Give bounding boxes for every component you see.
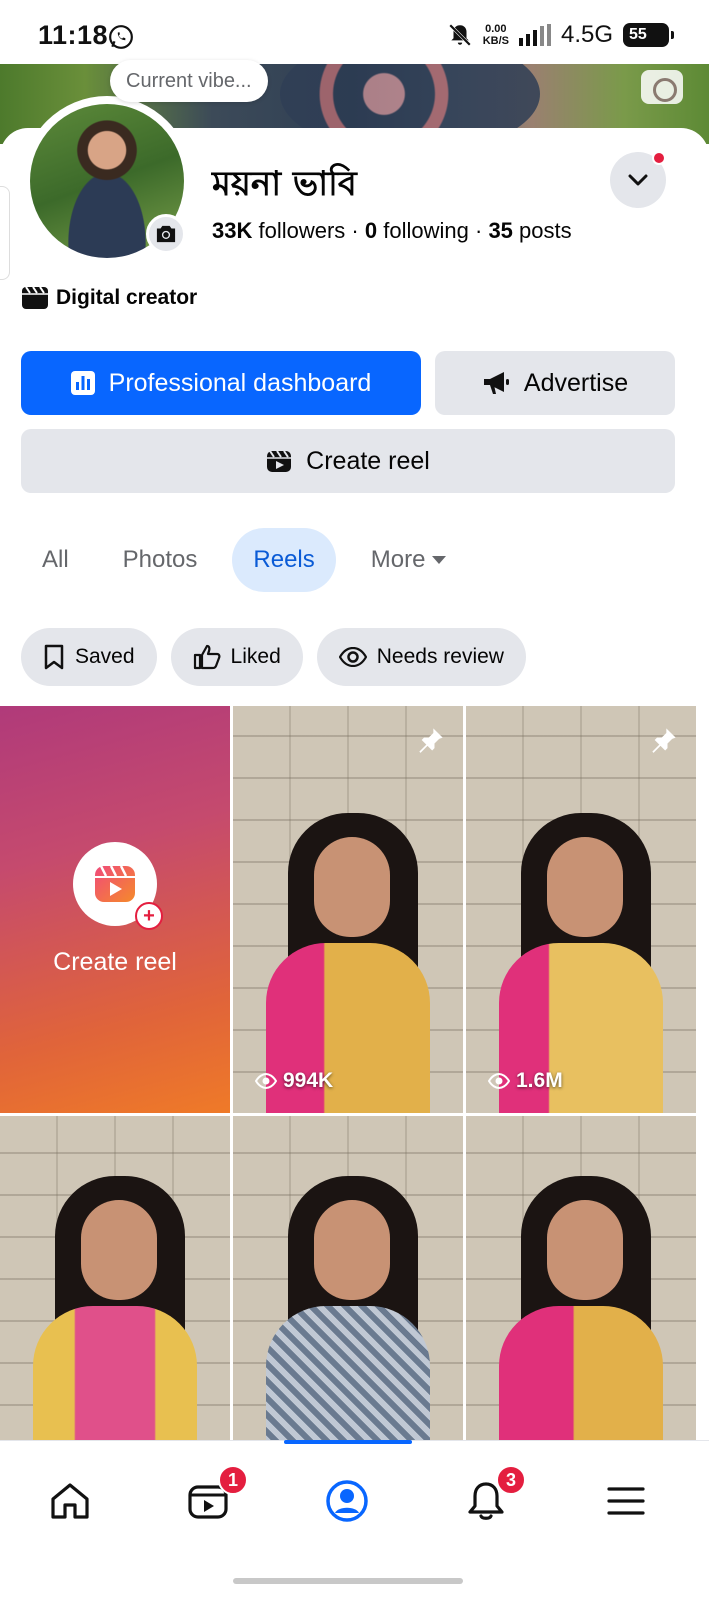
pin-icon: [419, 728, 443, 753]
create-reel-tile-label: Create reel: [53, 948, 177, 976]
nav-home[interactable]: [40, 1471, 100, 1531]
posts-count: 35: [488, 218, 513, 243]
reel-filters: Saved Liked Needs review: [21, 628, 526, 686]
active-tab-indicator: [284, 1440, 412, 1444]
megaphone-icon: [483, 372, 509, 394]
nav-profile[interactable]: [317, 1471, 377, 1531]
battery-icon: 55: [623, 23, 674, 47]
reel-subject: [258, 1136, 438, 1446]
content-tabs: All Photos Reels More: [21, 528, 468, 592]
eye-icon: [255, 1073, 277, 1089]
reel-views-count: 1.6M: [516, 1069, 563, 1092]
clapperboard-icon: [22, 287, 48, 309]
filter-liked-label: Liked: [230, 645, 281, 668]
followers-label[interactable]: followers: [258, 218, 345, 243]
reel-thumbnail: [233, 1116, 463, 1446]
home-icon: [51, 1483, 89, 1519]
menu-icon: [607, 1487, 645, 1515]
network-type: 4.5G: [560, 21, 613, 48]
tab-reels[interactable]: Reels: [232, 528, 336, 592]
bookmark-icon: [44, 644, 64, 670]
signal-icon: [518, 24, 551, 46]
tab-all[interactable]: All: [21, 528, 90, 592]
reel-thumbnail: [0, 1116, 230, 1446]
eye-icon: [488, 1073, 510, 1089]
bottom-nav: 1 3: [0, 1440, 709, 1560]
filter-liked[interactable]: Liked: [170, 628, 303, 686]
reel-subject: [491, 773, 671, 1113]
create-reel-tile[interactable]: + Create reel: [0, 706, 230, 1113]
reels-grid: + Create reel 994K 1.6M: [0, 706, 709, 1446]
reel-tile[interactable]: [466, 1116, 696, 1446]
create-reel-button[interactable]: Create reel: [21, 429, 675, 493]
reel-tile[interactable]: [0, 1116, 230, 1446]
status-time: 11:18: [38, 20, 109, 50]
separator-dot: ·: [474, 218, 489, 243]
pin-icon: [652, 728, 676, 753]
reel-views-count: 994K: [283, 1069, 334, 1092]
avatar-camera-icon[interactable]: [146, 214, 186, 254]
cover-camera-icon[interactable]: [641, 70, 683, 104]
filter-saved[interactable]: Saved: [21, 628, 157, 686]
reel-icon: [267, 450, 292, 472]
category-label: Digital creator: [56, 286, 198, 309]
profile-name: ময়না ভাবি: [212, 164, 357, 204]
advertise-button[interactable]: Advertise: [435, 351, 675, 415]
tab-photos[interactable]: Photos: [102, 528, 219, 592]
reel-tile[interactable]: [233, 1116, 463, 1446]
gesture-home-bar[interactable]: [233, 1578, 463, 1584]
posts-label: posts: [519, 218, 572, 243]
reel-subject: [258, 773, 438, 1113]
professional-dashboard-label: Professional dashboard: [108, 368, 372, 397]
filter-needs-review[interactable]: Needs review: [316, 628, 526, 686]
following-count[interactable]: 0: [365, 218, 377, 243]
tab-more-label: More: [370, 546, 426, 573]
create-reel-label: Create reel: [306, 446, 430, 475]
profile-category: Digital creator: [22, 286, 197, 310]
status-bar: 11:18 0.00 KB/S 4.5G 55: [0, 0, 709, 66]
reel-views: 994K: [255, 1069, 333, 1093]
following-label[interactable]: following: [383, 218, 469, 243]
video-badge: 1: [218, 1465, 248, 1495]
plus-icon: +: [135, 902, 163, 930]
notifications-badge: 3: [496, 1465, 526, 1495]
reel-thumbnail: [466, 706, 696, 1113]
whatsapp-icon: [109, 25, 133, 49]
mute-bell-icon: [448, 24, 471, 46]
nav-menu[interactable]: [596, 1471, 656, 1531]
reel-tile[interactable]: 994K: [233, 706, 463, 1113]
current-vibe-bubble[interactable]: Current vibe...: [110, 60, 268, 102]
nav-notifications[interactable]: 3: [456, 1465, 526, 1531]
reel-views: 1.6M: [488, 1069, 563, 1093]
nav-video[interactable]: 1: [178, 1465, 248, 1531]
reel-thumbnail: [233, 706, 463, 1113]
advertise-label: Advertise: [523, 368, 629, 397]
bar-chart-icon: [70, 371, 95, 395]
profile-icon: [326, 1480, 368, 1522]
notification-dot: [652, 151, 666, 165]
separator-dot: ·: [351, 218, 365, 243]
caret-down-icon: [432, 556, 447, 564]
filter-needs-review-label: Needs review: [376, 645, 504, 668]
reel-thumbnail: [466, 1116, 696, 1446]
create-reel-circle: +: [73, 842, 163, 930]
profile-stats: 33K followers · 0 following · 35 posts: [212, 218, 572, 244]
network-speed: 0.00 KB/S: [482, 23, 509, 47]
professional-dashboard-button[interactable]: Professional dashboard: [21, 351, 421, 415]
side-handle[interactable]: [0, 186, 10, 280]
followers-count[interactable]: 33K: [212, 218, 252, 243]
reel-tile[interactable]: 1.6M: [466, 706, 696, 1113]
thumbs-up-icon: [193, 644, 221, 670]
reels-logo-icon: [95, 865, 135, 902]
tab-more[interactable]: More: [350, 528, 469, 592]
reel-subject: [491, 1136, 671, 1446]
filter-saved-label: Saved: [75, 645, 135, 668]
chevron-down-icon: [628, 174, 648, 186]
eye-icon: [338, 647, 367, 667]
reel-subject: [25, 1136, 205, 1446]
